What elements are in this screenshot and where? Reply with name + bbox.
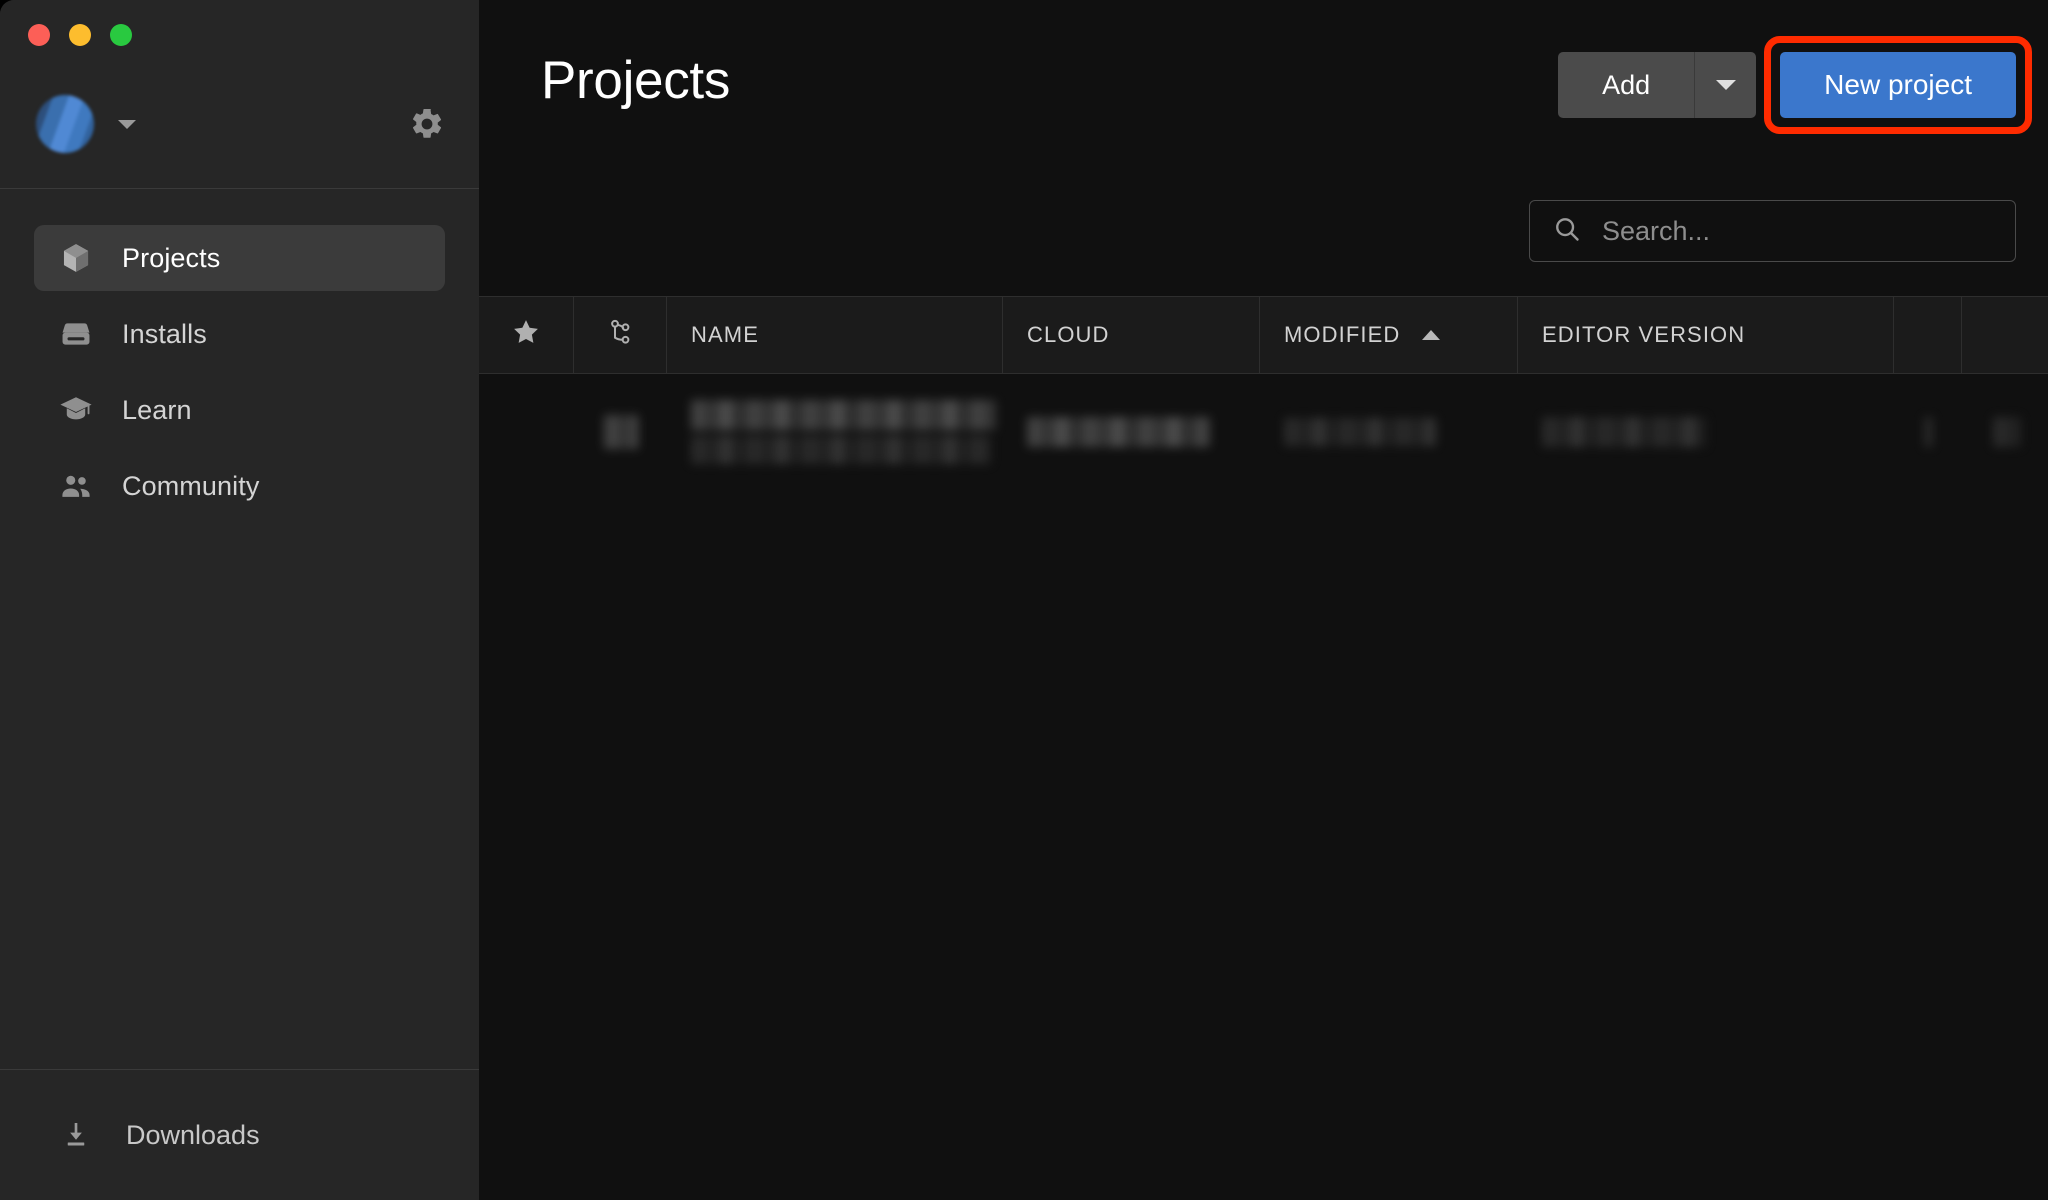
redacted-content <box>1284 418 1436 446</box>
row-cell-modified <box>1260 374 1518 490</box>
unity-hub-window: Projects Installs Learn Community Downlo… <box>0 0 2048 1200</box>
people-icon <box>58 468 94 504</box>
gear-icon <box>409 106 445 142</box>
table-header-favorite[interactable] <box>479 297 574 373</box>
table-header-cloud[interactable]: CLOUD <box>1003 297 1260 373</box>
row-cell-extra <box>1894 374 1962 490</box>
sidebar-item-label: Projects <box>122 242 221 273</box>
git-branch-icon <box>605 317 635 353</box>
caret-up-icon <box>1422 330 1441 340</box>
row-cell-favorite[interactable] <box>479 374 574 490</box>
settings-button[interactable] <box>405 102 449 146</box>
table-header-extra[interactable] <box>1894 297 1962 373</box>
sidebar-item-community[interactable]: Community <box>34 453 445 519</box>
add-button[interactable]: Add <box>1558 52 1695 118</box>
new-project-wrap: New project <box>1764 36 2032 134</box>
chevron-down-icon <box>1715 80 1736 90</box>
graduation-cap-icon <box>58 392 94 428</box>
search-input[interactable] <box>1602 215 1993 247</box>
close-button[interactable] <box>28 24 50 46</box>
add-dropdown-button[interactable] <box>1694 52 1757 118</box>
cube-icon <box>58 240 94 276</box>
sidebar: Projects Installs Learn Community Downlo… <box>0 0 479 1200</box>
table-header-editor-version[interactable]: EDITOR VERSION <box>1518 297 1894 373</box>
table-row[interactable] <box>479 374 2048 490</box>
row-cell-version-control <box>574 374 667 490</box>
sidebar-item-label: Learn <box>122 394 192 425</box>
minimize-button[interactable] <box>69 24 91 46</box>
redacted-content <box>1923 417 1933 447</box>
avatar[interactable] <box>36 95 94 153</box>
redacted-content <box>1027 417 1210 447</box>
sidebar-item-downloads[interactable]: Downloads <box>0 1070 479 1200</box>
zoom-button[interactable] <box>110 24 132 46</box>
table-header-modified[interactable]: MODIFIED <box>1260 297 1518 373</box>
sidebar-item-learn[interactable]: Learn <box>34 377 445 443</box>
table-header-label: MODIFIED <box>1284 322 1401 347</box>
table-header-label: NAME <box>691 322 759 347</box>
sidebar-item-label: Community <box>122 470 260 501</box>
table-header-actions <box>1962 297 2048 373</box>
main-content: Projects Add New project Search... NAME … <box>479 0 2048 1200</box>
redacted-content <box>1542 417 1706 447</box>
sidebar-nav: Projects Installs Learn Community <box>0 189 479 519</box>
table-header-label: CLOUD <box>1027 322 1110 347</box>
account-chevron-down-icon[interactable] <box>118 119 136 129</box>
page-title: Projects <box>541 51 731 110</box>
projects-table-body <box>479 374 2048 1200</box>
table-header-version-control[interactable] <box>574 297 667 373</box>
redacted-content <box>603 415 638 449</box>
row-cell-actions[interactable] <box>1962 374 2048 490</box>
table-header-label: EDITOR VERSION <box>1542 322 1746 347</box>
row-cell-name <box>667 374 1003 490</box>
download-icon <box>58 1117 94 1153</box>
redacted-content <box>1993 417 2021 447</box>
sidebar-item-label: Downloads <box>126 1119 260 1150</box>
hard-drive-icon <box>58 316 94 352</box>
redacted-content <box>691 400 996 464</box>
add-button-group: Add <box>1558 52 1757 118</box>
sidebar-item-installs[interactable]: Installs <box>34 301 445 367</box>
header-actions: Add New project <box>1558 36 2032 134</box>
new-project-button[interactable]: New project <box>1780 52 2016 118</box>
account-bar <box>0 60 479 188</box>
table-header-name[interactable]: NAME <box>667 297 1003 373</box>
row-cell-cloud <box>1003 374 1260 490</box>
star-icon <box>511 317 541 353</box>
search-box[interactable] <box>1529 200 2016 262</box>
sidebar-item-projects[interactable]: Projects <box>34 225 445 291</box>
sidebar-item-label: Installs <box>122 318 207 349</box>
window-traffic-lights <box>0 0 479 60</box>
main-header: Projects Add New project <box>479 0 2048 296</box>
row-cell-editor-version <box>1518 374 1894 490</box>
search-icon <box>1552 214 1582 249</box>
projects-table-header: NAME CLOUD MODIFIED EDITOR VERSION <box>479 296 2048 374</box>
